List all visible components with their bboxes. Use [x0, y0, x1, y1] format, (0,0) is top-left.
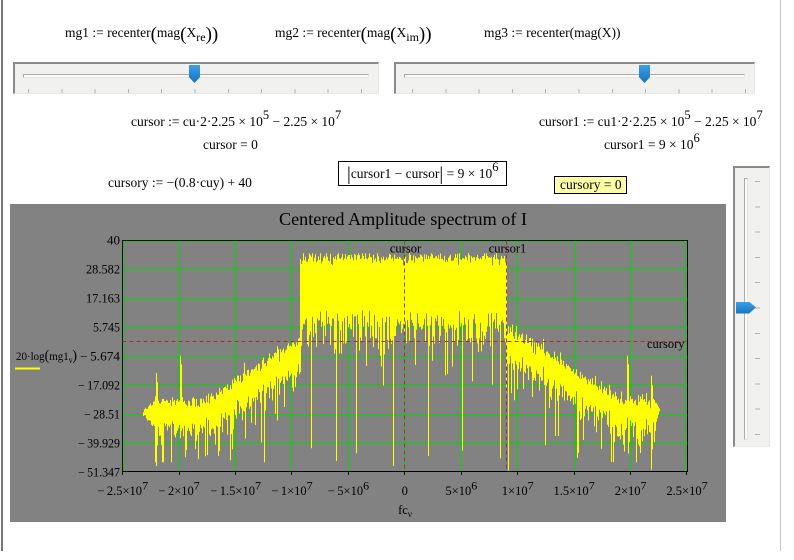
- svg-text:cursor1: cursor1: [489, 242, 527, 256]
- svg-text:20·log(mg1ν): 20·log(mg1ν): [16, 348, 77, 365]
- svg-text:0: 0: [402, 484, 408, 498]
- svg-text:− 1×107: − 1×107: [271, 479, 312, 499]
- svg-text:17.163: 17.163: [86, 292, 120, 306]
- svg-text:2×107: 2×107: [615, 479, 647, 499]
- svg-text:− 2×107: − 2×107: [158, 479, 199, 499]
- svg-text:cursory: cursory: [647, 337, 685, 351]
- svg-text:5×106: 5×106: [445, 479, 477, 499]
- svg-text:− 5×106: − 5×106: [328, 479, 369, 499]
- svg-text:− 17.092: − 17.092: [78, 379, 120, 393]
- svg-text:Centered Amplitude spectrum of: Centered Amplitude spectrum of I: [279, 209, 527, 229]
- svg-text:28.582: 28.582: [86, 263, 120, 277]
- svg-text:− 5.674: − 5.674: [80, 350, 121, 364]
- svg-text:1×107: 1×107: [502, 479, 534, 499]
- svg-text:− 1.5×107: − 1.5×107: [210, 479, 261, 499]
- svg-text:− 2.5×107: − 2.5×107: [97, 479, 148, 499]
- svg-text:cursor: cursor: [390, 242, 422, 256]
- svg-text:2.5×107: 2.5×107: [666, 479, 707, 499]
- svg-text:− 28.51: − 28.51: [84, 408, 120, 422]
- svg-text:− 51.347: − 51.347: [78, 466, 120, 480]
- svg-text:1.5×107: 1.5×107: [554, 479, 595, 499]
- svg-text:− 39.929: − 39.929: [78, 437, 120, 451]
- svg-text:40: 40: [107, 234, 120, 248]
- svg-text:fcν: fcν: [398, 503, 412, 519]
- svg-text:5.745: 5.745: [93, 321, 120, 335]
